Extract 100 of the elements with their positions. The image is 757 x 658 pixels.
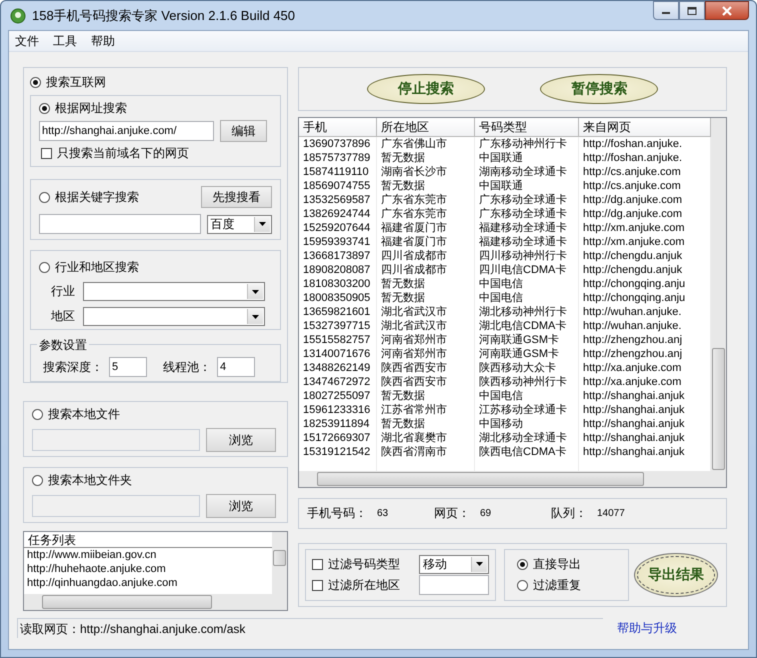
vertical-scrollbar[interactable] xyxy=(711,118,726,471)
help-link[interactable]: 帮助与升级 xyxy=(617,620,677,636)
radio-label: 搜索本地文件夹 xyxy=(48,472,132,489)
browse-button[interactable]: 浏览 xyxy=(206,494,276,518)
table-cell: 15319121542 xyxy=(299,445,377,459)
maximize-icon xyxy=(687,6,697,14)
checkbox[interactable] xyxy=(312,558,323,570)
menu-item[interactable]: 工具 xyxy=(53,32,77,50)
preview-search-button[interactable]: 先搜搜看 xyxy=(201,186,272,208)
radio-button[interactable] xyxy=(517,559,528,570)
dropdown-arrow-icon xyxy=(252,290,259,294)
close-button[interactable] xyxy=(705,1,749,20)
oval-button[interactable]: 暂停搜索 xyxy=(540,74,658,104)
type-dropdown[interactable]: 移动 xyxy=(419,554,489,574)
checkbox[interactable] xyxy=(312,580,323,591)
menu-item[interactable]: 帮助 xyxy=(91,32,115,50)
table-cell: 湖北移动神州行卡 xyxy=(475,305,579,319)
engine-dropdown[interactable]: 百度 xyxy=(206,214,272,234)
maximize-button[interactable] xyxy=(679,1,705,20)
table-cell: 湖北省武汉市 xyxy=(377,305,475,319)
table-cell: 13474672972 xyxy=(299,375,377,389)
checkbox-label: 过滤号码类型 xyxy=(328,556,400,573)
region-dropdown[interactable] xyxy=(83,307,265,326)
table-cell: 四川移动神州行卡 xyxy=(475,249,579,263)
browse-button[interactable]: 浏览 xyxy=(206,428,276,452)
stat-label: 网页： xyxy=(434,505,470,522)
column-header[interactable]: 来自网页 xyxy=(579,118,711,137)
table-cell: 15172669307 xyxy=(299,431,377,445)
radio-button[interactable] xyxy=(39,262,50,273)
radio-button[interactable] xyxy=(517,580,528,591)
depth-field[interactable]: 5 xyxy=(109,357,147,377)
table-cell: 18027255097 xyxy=(299,389,377,403)
table-cell: 广东省东莞市 xyxy=(377,193,475,207)
radio-button[interactable] xyxy=(32,475,43,486)
vertical-scrollbar[interactable] xyxy=(272,532,287,594)
radio-button[interactable] xyxy=(30,77,41,88)
table-cell: 广东移动全球通卡 xyxy=(475,193,579,207)
horizontal-scrollbar[interactable] xyxy=(24,594,287,610)
close-icon xyxy=(721,6,733,16)
radio-button[interactable] xyxy=(32,409,43,420)
radio-label: 过滤重复 xyxy=(533,577,581,594)
radio-button[interactable] xyxy=(39,103,50,114)
task-item[interactable]: http://qinhuangdao.anjuke.com xyxy=(24,576,272,590)
table-cell: 暂无数据 xyxy=(377,179,475,193)
minimize-button[interactable] xyxy=(653,1,679,20)
export-button[interactable]: 导出结果 xyxy=(637,556,715,594)
task-item[interactable]: http://huhehaote.anjuke.com xyxy=(24,562,272,576)
table-cell: 15259207644 xyxy=(299,221,377,235)
dropdown-arrow-icon xyxy=(476,562,483,566)
table-cell: 四川省成都市 xyxy=(377,249,475,263)
file-path-field[interactable] xyxy=(32,429,200,451)
table-cell: 河南联通GSM卡 xyxy=(475,333,579,347)
url-field[interactable]: http://shanghai.anjuke.com/ xyxy=(39,121,214,141)
radio-label: 搜索互联网 xyxy=(46,74,106,91)
field-label: 线程池： xyxy=(163,358,211,376)
menu-item[interactable]: 文件 xyxy=(15,32,39,50)
keyword-field[interactable] xyxy=(39,214,201,234)
checkbox-label: 过滤所在地区 xyxy=(328,576,400,594)
app-icon xyxy=(10,8,26,24)
table-cell: 江苏移动全球通卡 xyxy=(475,403,579,417)
radio-button[interactable] xyxy=(39,192,50,202)
folder-path-field[interactable] xyxy=(32,495,200,517)
oval-button[interactable]: 停止搜索 xyxy=(366,74,485,104)
column-header[interactable]: 手机 xyxy=(299,118,377,137)
table-cell: 18569074755 xyxy=(299,179,377,193)
column-header[interactable]: 号码类型 xyxy=(475,118,579,137)
radio-label: 根据网址搜索 xyxy=(55,100,127,117)
table-cell: 13690737896 xyxy=(299,137,377,151)
table-cell: 福建省厦门市 xyxy=(377,221,475,235)
thread-pool-field[interactable]: 4 xyxy=(217,357,255,377)
column-header[interactable]: 任务列表 xyxy=(24,532,272,548)
table-cell: 河南联通GSM卡 xyxy=(475,347,579,361)
stat-value: 69 xyxy=(480,508,492,519)
region-field[interactable] xyxy=(419,575,489,596)
table-cell: 中国电信 xyxy=(475,389,579,403)
checkbox[interactable] xyxy=(41,148,52,159)
radio-label: 根据关键字搜索 xyxy=(55,188,139,206)
table-cell: 中国联通 xyxy=(475,151,579,165)
edit-button[interactable]: 编辑 xyxy=(220,120,267,142)
industry-dropdown[interactable] xyxy=(83,282,265,301)
table-cell: 15959393741 xyxy=(299,235,377,249)
table-cell: 暂无数据 xyxy=(377,417,475,431)
task-item[interactable]: http://www.miibeian.gov.cn xyxy=(24,548,272,562)
table-cell: 13826924744 xyxy=(299,207,377,221)
table-cell: 福建省厦门市 xyxy=(377,235,475,249)
table-cell: 四川电信CDMA卡 xyxy=(475,263,579,277)
table-cell: 15515582757 xyxy=(299,333,377,347)
field-label: 地区 xyxy=(51,308,75,325)
table-cell: 陕西移动大众卡 xyxy=(475,361,579,375)
field-label: 行业 xyxy=(51,283,75,300)
table-cell: 中国电信 xyxy=(475,277,579,291)
status-text: 读取网页：http://shanghai.anjuke.com/ask xyxy=(17,618,603,638)
table-cell: 暂无数据 xyxy=(377,389,475,403)
table-cell: 13668173897 xyxy=(299,249,377,263)
horizontal-scrollbar[interactable] xyxy=(299,471,726,487)
table-cell: 四川省成都市 xyxy=(377,263,475,277)
group-title: 参数设置 xyxy=(37,337,89,354)
dropdown-arrow-icon xyxy=(252,314,259,318)
column-header[interactable]: 所在地区 xyxy=(377,118,475,137)
table-cell: 湖南移动全球通卡 xyxy=(475,165,579,179)
